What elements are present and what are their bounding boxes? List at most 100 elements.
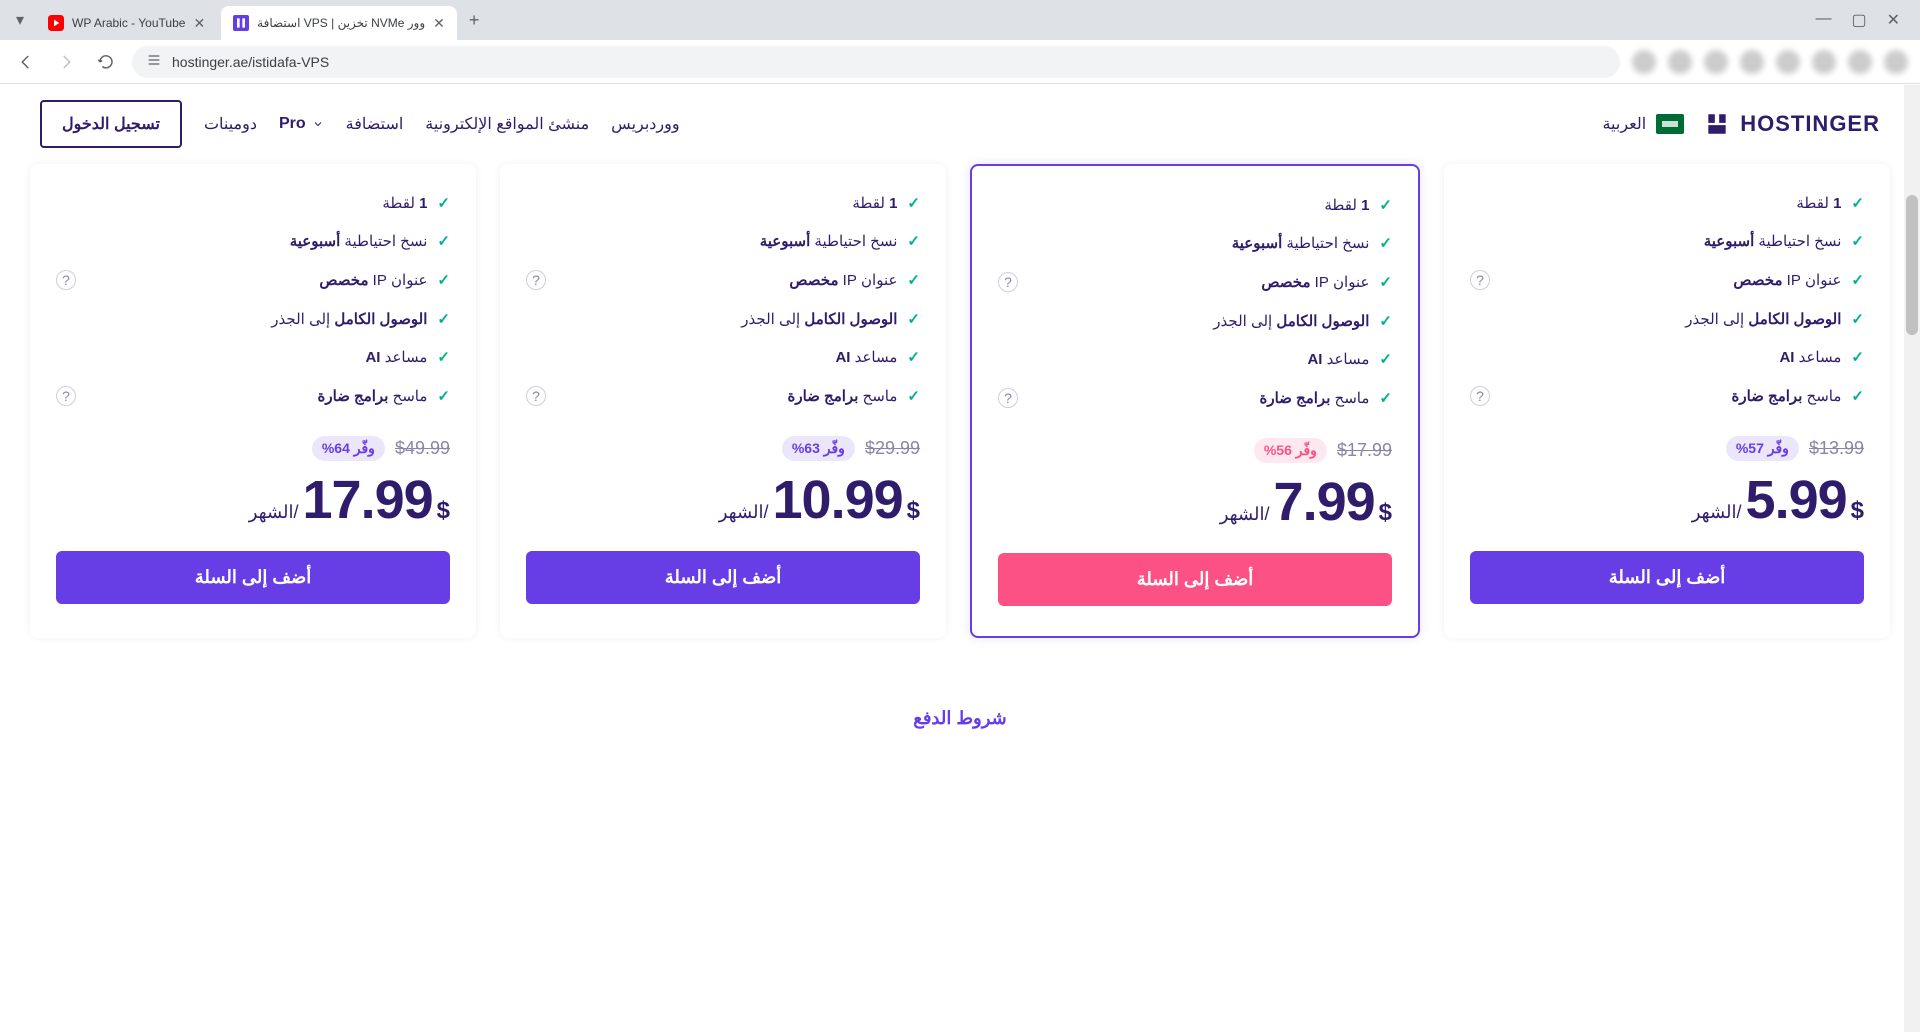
flag-icon: [1656, 114, 1684, 134]
feature-list: ✓1 لقطة✓نسخ احتياطية أسبوعية✓عنوان IP مخ…: [526, 184, 920, 416]
feature-text: عنوان IP مخصص: [789, 271, 897, 289]
check-icon: ✓: [1379, 350, 1392, 368]
language-selector[interactable]: العربية: [1602, 114, 1684, 134]
maximize-icon[interactable]: ▢: [1851, 10, 1866, 30]
payment-terms: شروط الدفع: [30, 708, 1890, 729]
feature-item: ✓نسخ احتياطية أسبوعية: [1470, 222, 1864, 260]
feature-item: ✓ماسح برامج ضارة?: [998, 378, 1392, 418]
price: $7.99/الشهر: [998, 471, 1392, 533]
forward-button[interactable]: [52, 48, 80, 76]
feature-text: نسخ احتياطية أسبوعية: [1704, 232, 1842, 250]
close-icon[interactable]: ✕: [433, 15, 445, 32]
currency: $: [1851, 497, 1864, 525]
nav-builder[interactable]: منشئ المواقع الإلكترونية: [425, 114, 589, 134]
price-period: /الشهر: [719, 502, 769, 523]
feature-text: الوصول الكامل إلى الجذر: [741, 310, 897, 328]
save-badge: وفّر 63%: [782, 436, 855, 461]
youtube-icon: [48, 15, 64, 31]
old-price: $17.99: [1337, 440, 1392, 461]
close-icon[interactable]: ✕: [193, 15, 205, 32]
check-icon: ✓: [1379, 273, 1392, 291]
scrollbar-thumb[interactable]: [1906, 195, 1918, 335]
info-icon[interactable]: ?: [998, 388, 1018, 408]
price: $5.99/الشهر: [1470, 469, 1864, 531]
save-badge: وفّر 64%: [312, 436, 385, 461]
reload-button[interactable]: [92, 48, 120, 76]
feature-item: ✓1 لقطة: [526, 184, 920, 222]
check-icon: ✓: [437, 348, 450, 366]
check-icon: ✓: [437, 387, 450, 405]
feature-item: ✓عنوان IP مخصص?: [56, 260, 450, 300]
nav-pro[interactable]: Pro: [279, 115, 324, 133]
add-to-cart-button[interactable]: أضف إلى السلة: [526, 551, 920, 604]
browser-tab-youtube[interactable]: WP Arabic - YouTube ✕: [36, 6, 217, 40]
check-icon: ✓: [907, 348, 920, 366]
nav-hosting[interactable]: استضافة: [346, 114, 404, 134]
check-icon: ✓: [1379, 234, 1392, 252]
old-price: $13.99: [1809, 438, 1864, 459]
pricing-plan: ✓1 لقطة✓نسخ احتياطية أسبوعية✓عنوان IP مخ…: [1444, 164, 1890, 638]
feature-item: ✓1 لقطة: [1470, 184, 1864, 222]
minimize-icon[interactable]: —: [1815, 10, 1831, 30]
brand-logo[interactable]: HOSTINGER: [1704, 111, 1880, 137]
feature-item: ✓مساعد AI: [1470, 338, 1864, 376]
info-icon[interactable]: ?: [56, 270, 76, 290]
price-row: $49.99وفّر 64%: [56, 436, 450, 461]
browser-tab-strip: ▾ WP Arabic - YouTube ✕ استضافة VPS | تخ…: [0, 0, 1920, 40]
nav-wordpress[interactable]: ووردبريس: [611, 114, 679, 134]
address-bar[interactable]: hostinger.ae/istidafa-VPS: [132, 46, 1620, 78]
back-button[interactable]: [12, 48, 40, 76]
feature-item: ✓ماسح برامج ضارة?: [56, 376, 450, 416]
feature-text: 1 لقطة: [852, 194, 897, 212]
price-row: $17.99وفّر 56%: [998, 438, 1392, 463]
feature-item: ✓نسخ احتياطية أسبوعية: [526, 222, 920, 260]
site-header: تسجيل الدخول دومينات Pro استضافة منشئ ال…: [0, 84, 1920, 164]
info-icon[interactable]: ?: [526, 270, 546, 290]
tab-search-dropdown[interactable]: ▾: [8, 10, 32, 30]
feature-text: ماسح برامج ضارة: [1259, 389, 1369, 407]
feature-text: مساعد AI: [1307, 350, 1369, 368]
check-icon: ✓: [437, 194, 450, 212]
add-to-cart-button[interactable]: أضف إلى السلة: [998, 553, 1392, 606]
check-icon: ✓: [437, 232, 450, 250]
price-period: /الشهر: [249, 502, 299, 523]
price-period: /الشهر: [1220, 504, 1270, 525]
info-icon[interactable]: ?: [1470, 386, 1490, 406]
feature-text: عنوان IP مخصص: [1261, 273, 1369, 291]
browser-tab-hostinger[interactable]: استضافة VPS | تخزين NVMe وور ✕: [221, 6, 457, 40]
check-icon: ✓: [907, 310, 920, 328]
feature-text: الوصول الكامل إلى الجذر: [271, 310, 427, 328]
feature-item: ✓مساعد AI: [56, 338, 450, 376]
payment-terms-link[interactable]: شروط الدفع: [913, 708, 1006, 728]
info-icon[interactable]: ?: [1470, 270, 1490, 290]
info-icon[interactable]: ?: [526, 386, 546, 406]
hostinger-mark-icon: [1704, 111, 1730, 137]
check-icon: ✓: [1851, 348, 1864, 366]
tab-title: استضافة VPS | تخزين NVMe وور: [257, 16, 425, 30]
close-window-icon[interactable]: ✕: [1887, 10, 1900, 30]
new-tab-button[interactable]: +: [461, 10, 488, 31]
check-icon: ✓: [437, 310, 450, 328]
feature-list: ✓1 لقطة✓نسخ احتياطية أسبوعية✓عنوان IP مخ…: [56, 184, 450, 416]
site-info-icon[interactable]: [146, 52, 162, 71]
price-amount: 10.99: [773, 469, 903, 531]
info-icon[interactable]: ?: [998, 272, 1018, 292]
info-icon[interactable]: ?: [56, 386, 76, 406]
feature-text: مساعد AI: [835, 348, 897, 366]
currency: $: [1379, 499, 1392, 527]
feature-text: نسخ احتياطية أسبوعية: [760, 232, 898, 250]
add-to-cart-button[interactable]: أضف إلى السلة: [1470, 551, 1864, 604]
url-text: hostinger.ae/istidafa-VPS: [172, 54, 329, 70]
feature-text: عنوان IP مخصص: [1733, 271, 1841, 289]
login-button[interactable]: تسجيل الدخول: [40, 100, 182, 148]
check-icon: ✓: [1379, 312, 1392, 330]
pricing-plan: ✓1 لقطة✓نسخ احتياطية أسبوعية✓عنوان IP مخ…: [500, 164, 946, 638]
feature-item: ✓نسخ احتياطية أسبوعية: [998, 224, 1392, 262]
feature-item: ✓ عنوان IP مخصص?: [1470, 260, 1864, 300]
add-to-cart-button[interactable]: أضف إلى السلة: [56, 551, 450, 604]
price-row: $29.99وفّر 63%: [526, 436, 920, 461]
nav-domains[interactable]: دومينات: [204, 114, 257, 134]
check-icon: ✓: [1851, 271, 1864, 289]
scrollbar[interactable]: [1904, 85, 1920, 1032]
price-row: $13.99وفّر 57%: [1470, 436, 1864, 461]
